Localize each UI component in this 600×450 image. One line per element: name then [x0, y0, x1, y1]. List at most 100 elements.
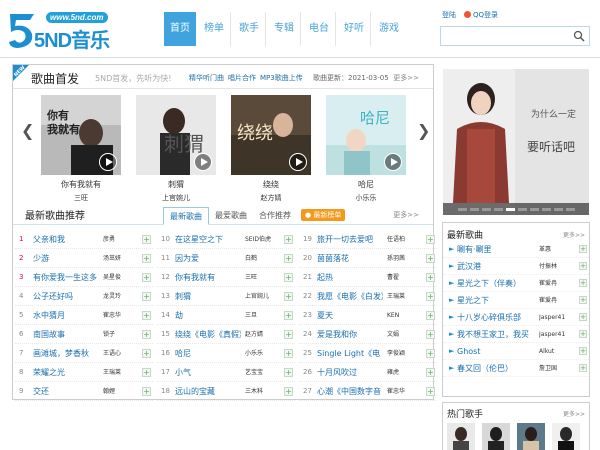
- add-to-playlist-icon[interactable]: +: [142, 368, 151, 377]
- song-artist-link[interactable]: 詹卫国: [539, 360, 575, 377]
- song-row[interactable]: 14 劫三旦 +: [157, 306, 295, 325]
- song-title-link[interactable]: 因为爱: [175, 249, 241, 268]
- album-cover[interactable]: 你有 我就有: [41, 95, 121, 175]
- song-artist-link[interactable]: 白鹤: [245, 249, 283, 268]
- add-to-playlist-icon[interactable]: +: [142, 254, 151, 263]
- song-title-link[interactable]: 在这星空之下: [175, 230, 241, 249]
- add-to-playlist-icon[interactable]: +: [579, 262, 587, 270]
- album-artist[interactable]: 上官婉儿: [136, 193, 216, 203]
- link-hot-songs[interactable]: 精华听门曲: [189, 73, 224, 83]
- nav-games[interactable]: 游戏: [373, 12, 405, 46]
- latest-song-row[interactable]: ► Ghost Alkut +: [443, 343, 589, 360]
- song-artist-link[interactable]: 吴星俊: [103, 268, 141, 287]
- add-to-playlist-icon[interactable]: +: [579, 330, 587, 338]
- song-title-link[interactable]: 水中猜月: [33, 306, 99, 325]
- latest-song-row[interactable]: ► 春又回（伦巴） 詹卫国 +: [443, 360, 589, 377]
- song-title-link[interactable]: 画滩城，梦香秋: [33, 344, 99, 363]
- song-row[interactable]: 7 画滩城，梦香秋 王语心 +: [15, 344, 153, 363]
- song-title-link[interactable]: 刺猬: [175, 287, 241, 306]
- nav-radio[interactable]: 电台: [303, 12, 336, 46]
- site-logo[interactable]: www.5nd.com 5ND音乐: [8, 6, 128, 52]
- song-artist-link[interactable]: 锁子: [103, 325, 141, 344]
- search-input[interactable]: [440, 26, 590, 46]
- song-title-link[interactable]: 旅开一切去爱吧: [317, 230, 383, 249]
- album-title[interactable]: 哈尼: [326, 179, 406, 190]
- add-to-playlist-icon[interactable]: +: [426, 330, 435, 339]
- tab-latest-songs[interactable]: 最新歌曲: [163, 207, 209, 225]
- song-artist-link[interactable]: 王瑞莱: [387, 287, 425, 306]
- banner-dot[interactable]: [481, 207, 491, 211]
- album-title[interactable]: 绕绕: [231, 179, 311, 190]
- album-cover[interactable]: 刺猬: [136, 95, 216, 175]
- song-row[interactable]: 11 因为爱 白鹤 +: [157, 249, 295, 268]
- song-title-link[interactable]: 武汉港: [457, 258, 537, 275]
- song-title-link[interactable]: 哈尼: [175, 344, 241, 363]
- add-to-playlist-icon[interactable]: +: [142, 387, 151, 396]
- song-title-link[interactable]: 十月风吹过: [317, 363, 383, 382]
- song-title-link[interactable]: 起热: [317, 268, 383, 287]
- latest-song-row[interactable]: ► 武汉港 付振林 +: [443, 258, 589, 275]
- banner-dot[interactable]: [565, 207, 575, 211]
- tab-partner-picks[interactable]: 合作推荐: [253, 207, 297, 225]
- song-artist-link[interactable]: 三旦: [245, 306, 283, 325]
- song-artist-link[interactable]: 雍虎: [387, 363, 425, 382]
- avatar[interactable]: [482, 423, 510, 450]
- song-artist-link[interactable]: 翰娌: [103, 382, 141, 401]
- banner-dot[interactable]: [517, 207, 527, 211]
- tab-favorite-songs[interactable]: 最爱歌曲: [209, 207, 253, 225]
- song-row[interactable]: 3 有你爱我一生这多 吴星俊 +: [15, 268, 153, 287]
- add-to-playlist-icon[interactable]: +: [426, 235, 435, 244]
- song-row[interactable]: 24 爱是我和你 文娟 +: [299, 325, 437, 344]
- add-to-playlist-icon[interactable]: +: [142, 330, 151, 339]
- album-card[interactable]: 你有 我就有 你有我就有 三旺: [41, 95, 121, 203]
- nav-charts[interactable]: 榜单: [198, 12, 231, 46]
- album-card[interactable]: 刺猬 刺猬 上官婉儿: [136, 95, 216, 203]
- song-row[interactable]: 15 绕绕《电影《真假》 赵方婧 +: [157, 325, 295, 344]
- banner-dot[interactable]: [505, 207, 515, 211]
- qq-login-link[interactable]: QQ登录: [464, 10, 498, 20]
- nav-home[interactable]: 首页: [164, 12, 196, 46]
- banner-dot[interactable]: [457, 207, 467, 211]
- song-title-link[interactable]: 父亲和我: [33, 230, 99, 249]
- play-icon[interactable]: [194, 153, 212, 171]
- song-artist-link[interactable]: 革惠: [539, 241, 575, 258]
- song-row[interactable]: 13 刺猬 上官婉儿 +: [157, 287, 295, 306]
- song-artist-link[interactable]: 崔爱冉: [539, 275, 575, 292]
- latest-song-row[interactable]: ► 十八岁心碎俱乐部 Jasper41 +: [443, 309, 589, 326]
- song-artist-link[interactable]: KEN: [387, 306, 425, 325]
- song-artist-link[interactable]: 李俊颖: [387, 344, 425, 363]
- add-to-playlist-icon[interactable]: +: [579, 313, 587, 321]
- song-row[interactable]: 20 菌菌落花 孫羽茜 +: [299, 249, 437, 268]
- song-artist-link[interactable]: 文娟: [387, 325, 425, 344]
- latest-songs-more-link[interactable]: 更多>>: [563, 230, 585, 239]
- song-row[interactable]: 22 我愿《电影《白发》 王瑞莱 +: [299, 287, 437, 306]
- song-row[interactable]: 1 父亲和我 彦勇 +: [15, 230, 153, 249]
- add-to-playlist-icon[interactable]: +: [284, 311, 293, 320]
- login-link[interactable]: 登陆: [442, 10, 456, 20]
- song-title-link[interactable]: Single Light《电: [317, 344, 383, 363]
- latest-song-row[interactable]: ► 星光之下（伴奏） 崔爱冉 +: [443, 275, 589, 292]
- add-to-playlist-icon[interactable]: +: [579, 296, 587, 304]
- song-title-link[interactable]: 星光之下: [457, 292, 537, 309]
- add-to-playlist-icon[interactable]: +: [142, 311, 151, 320]
- song-artist-link[interactable]: 汤茁妍: [103, 249, 141, 268]
- song-row[interactable]: 16 哈尼 小乐乐 +: [157, 344, 295, 363]
- search-icon[interactable]: [573, 30, 585, 42]
- add-to-playlist-icon[interactable]: +: [579, 347, 587, 355]
- song-title-link[interactable]: 小气: [175, 363, 241, 382]
- song-title-link[interactable]: 我不想王家卫，我买: [457, 326, 537, 343]
- album-artist[interactable]: 小乐乐: [326, 193, 406, 203]
- song-row[interactable]: 25 Single Light《电 李俊颖 +: [299, 344, 437, 363]
- add-to-playlist-icon[interactable]: +: [284, 349, 293, 358]
- song-title-link[interactable]: 交还: [33, 382, 99, 401]
- add-to-playlist-icon[interactable]: +: [142, 349, 151, 358]
- album-cover[interactable]: 哈尼: [326, 95, 406, 175]
- banner-dot[interactable]: [469, 207, 479, 211]
- new-releases-more-link[interactable]: 更多>>: [393, 73, 419, 83]
- add-to-playlist-icon[interactable]: +: [284, 330, 293, 339]
- add-to-playlist-icon[interactable]: +: [284, 368, 293, 377]
- song-title-link[interactable]: 十八岁心碎俱乐部: [457, 309, 537, 326]
- song-title-link[interactable]: 少游: [33, 249, 99, 268]
- album-card[interactable]: 哈尼 哈尼 小乐乐: [326, 95, 406, 203]
- song-artist-link[interactable]: Jasper41: [539, 309, 575, 326]
